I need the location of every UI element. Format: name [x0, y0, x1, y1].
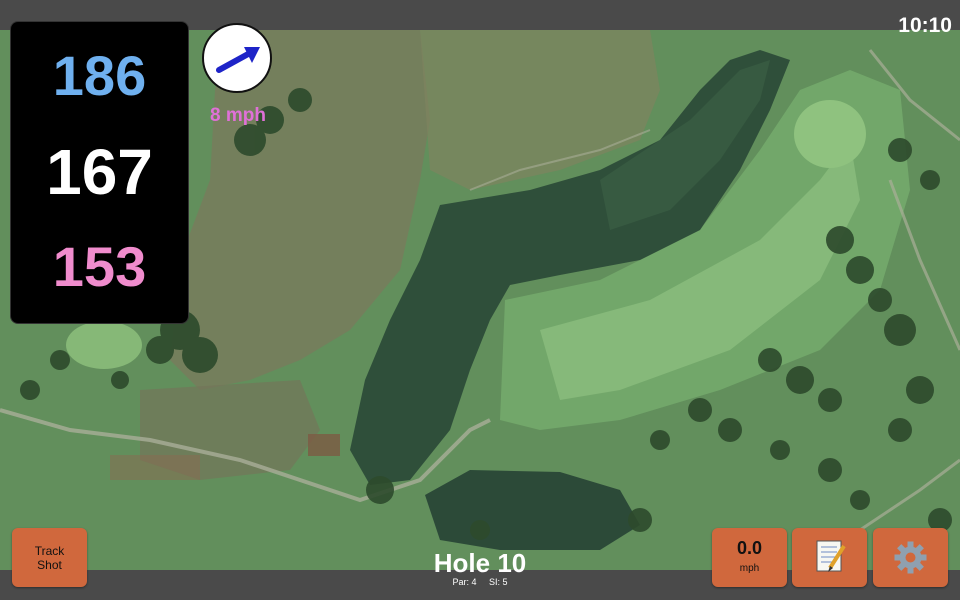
- status-clock: 10:10: [898, 14, 952, 37]
- gear-icon: [894, 541, 927, 574]
- track-shot-button[interactable]: Track Shot: [12, 528, 87, 587]
- wind-speed-label: 8 mph: [210, 105, 266, 126]
- hole-title: Hole 10: [433, 548, 527, 578]
- front-of-green-distance: 153: [52, 235, 147, 298]
- speed-unit: mph: [739, 563, 760, 574]
- notes-button[interactable]: [792, 528, 867, 587]
- wind-direction-arrow-icon: [216, 47, 260, 73]
- wind-direction-indicator: [202, 23, 272, 93]
- back-of-green-distance: 186: [52, 44, 147, 107]
- speed-value: 0.0: [736, 538, 763, 558]
- notepad-icon: [816, 540, 846, 572]
- track-shot-label-line1: Track: [34, 544, 65, 558]
- hole-stroke-index: SI: 5: [489, 577, 508, 587]
- hole-info: Par: 4 SI: 5: [380, 577, 580, 587]
- speed-button[interactable]: 0.0 mph: [712, 528, 787, 587]
- yardage-panel: 186 167 153: [11, 22, 188, 323]
- track-shot-label-line2: Shot: [37, 558, 62, 572]
- middle-of-green-distance: 167: [46, 136, 153, 208]
- settings-button[interactable]: [873, 528, 948, 587]
- hole-par: Par: 4: [452, 577, 477, 587]
